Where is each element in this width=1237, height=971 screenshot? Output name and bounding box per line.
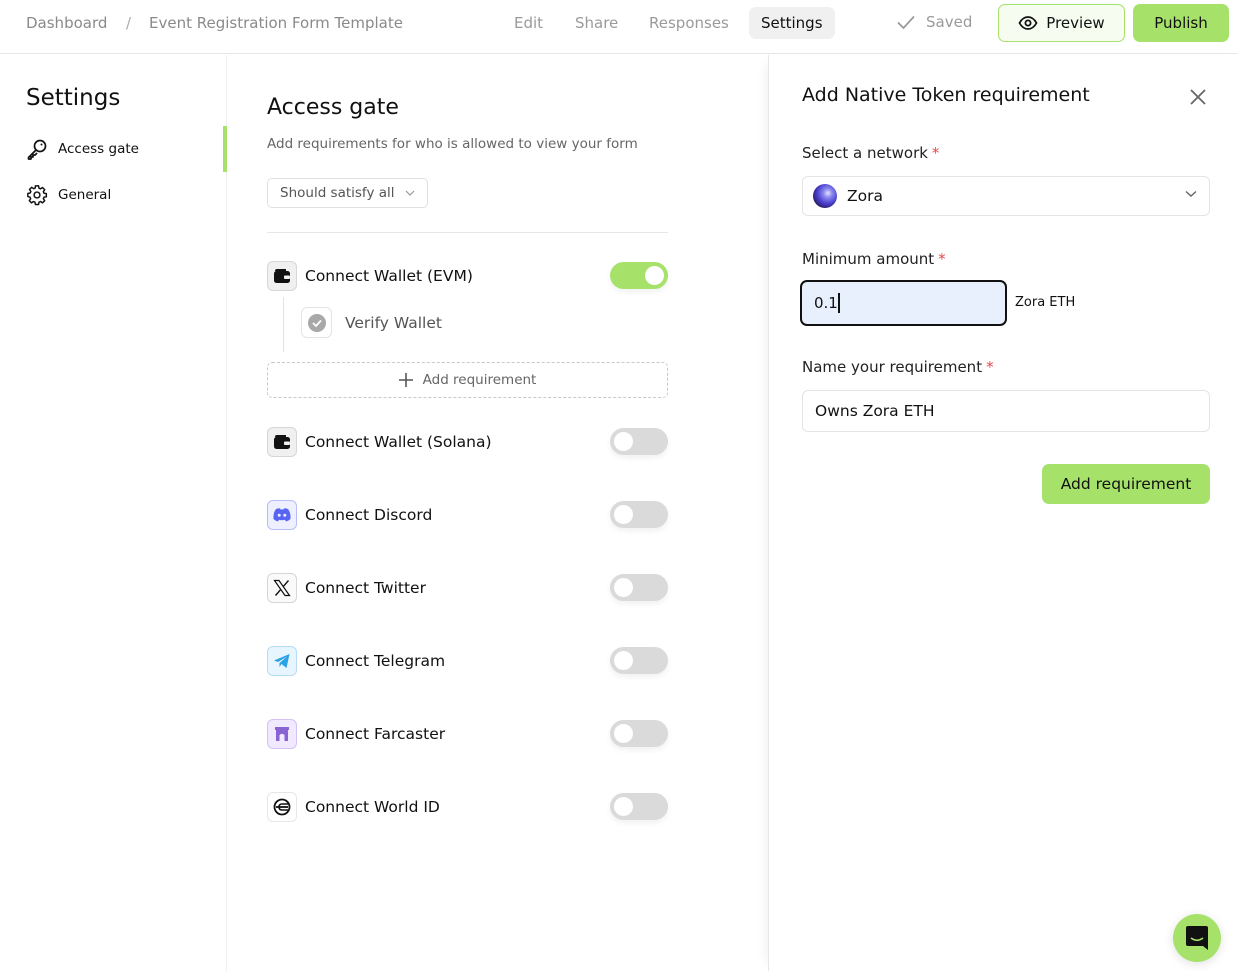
sub-requirement-label: Verify Wallet — [345, 313, 442, 332]
minimum-amount-value: 0.1 — [814, 294, 838, 312]
preview-label: Preview — [1046, 14, 1105, 32]
text-caret — [837, 293, 840, 313]
publish-button[interactable]: Publish — [1133, 4, 1229, 42]
satisfy-select-value: Should satisfy all — [280, 185, 395, 201]
close-icon[interactable] — [1187, 86, 1209, 108]
zora-network-icon — [813, 184, 837, 208]
requirement-name-value: Owns Zora ETH — [815, 402, 935, 420]
sidebar-item-label: Access gate — [58, 141, 139, 157]
required-mark: * — [938, 250, 946, 268]
divider — [267, 232, 668, 233]
x-twitter-icon — [267, 573, 297, 603]
toggle-farcaster[interactable] — [610, 720, 668, 747]
tab-settings[interactable]: Settings — [749, 7, 835, 39]
breadcrumb-dashboard[interactable]: Dashboard — [26, 14, 107, 32]
network-select-value: Zora — [847, 187, 883, 205]
wallet-icon — [267, 261, 297, 291]
requirement-label: Connect World ID — [305, 798, 440, 816]
telegram-icon — [267, 646, 297, 676]
settings-sidebar: Settings Access gate General — [0, 55, 227, 971]
requirement-label: Connect Wallet (Solana) — [305, 433, 492, 451]
breadcrumb-form-name: Event Registration Form Template — [149, 14, 403, 32]
sidebar-item-access-gate[interactable]: Access gate — [26, 138, 139, 160]
page-subtitle: Add requirements for who is allowed to v… — [267, 136, 638, 152]
requirement-row-wallet-evm: Connect Wallet (EVM) — [267, 261, 668, 291]
chat-icon — [1186, 926, 1208, 950]
chevron-down-icon — [1185, 190, 1197, 197]
access-gate-section: Access gate Add requirements for who is … — [227, 55, 768, 971]
requirement-label: Connect Farcaster — [305, 725, 446, 743]
preview-button[interactable]: Preview — [998, 4, 1125, 42]
requirement-label: Connect Discord — [305, 506, 433, 524]
discord-icon — [267, 500, 297, 530]
sidebar-item-general[interactable]: General — [26, 184, 111, 206]
requirement-label: Connect Wallet (EVM) — [305, 267, 473, 285]
network-select[interactable]: Zora — [802, 176, 1210, 216]
requirement-name-label: Name your requirement * — [802, 358, 994, 376]
toggle-twitter[interactable] — [610, 574, 668, 601]
verified-badge-icon — [301, 307, 332, 338]
key-icon — [27, 139, 47, 160]
submit-add-requirement-button[interactable]: Add requirement — [1042, 464, 1210, 504]
tab-responses[interactable]: Responses — [637, 7, 741, 39]
minimum-amount-input[interactable]: 0.1 — [800, 280, 1007, 326]
sub-requirement-verify-wallet[interactable]: Verify Wallet — [301, 307, 442, 338]
sidebar-item-label: General — [58, 187, 112, 203]
required-mark: * — [986, 358, 994, 376]
farcaster-icon — [267, 719, 297, 749]
worldid-icon — [267, 792, 297, 822]
sidebar-title: Settings — [26, 85, 121, 111]
satisfy-select[interactable]: Should satisfy all — [267, 178, 428, 208]
requirement-row-farcaster: Connect Farcaster — [267, 719, 668, 749]
add-native-token-panel: Add Native Token requirement Select a ne… — [768, 55, 1237, 971]
add-requirement-button[interactable]: Add requirement — [267, 362, 668, 398]
requirement-label: Connect Telegram — [305, 652, 446, 670]
plus-icon — [398, 373, 413, 387]
amount-unit: Zora ETH — [1015, 295, 1076, 310]
checkmark-icon — [897, 15, 915, 30]
requirement-row-twitter: Connect Twitter — [267, 573, 668, 603]
tab-share[interactable]: Share — [563, 7, 630, 39]
requirement-row-telegram: Connect Telegram — [267, 646, 668, 676]
toggle-world-id[interactable] — [610, 793, 668, 820]
wallet-icon — [267, 427, 297, 457]
requirement-row-world-id: Connect World ID — [267, 792, 668, 822]
tab-edit[interactable]: Edit — [502, 7, 555, 39]
toggle-wallet-solana[interactable] — [610, 428, 668, 455]
top-bar: Dashboard / Event Registration Form Temp… — [0, 0, 1237, 54]
chevron-down-icon — [405, 190, 414, 196]
save-status: Saved — [896, 13, 972, 31]
eye-icon — [1018, 16, 1038, 30]
breadcrumb-separator: / — [126, 14, 132, 32]
required-mark: * — [931, 144, 940, 162]
requirement-row-discord: Connect Discord — [267, 500, 668, 530]
support-chat-button[interactable] — [1173, 914, 1221, 962]
panel-title: Add Native Token requirement — [802, 84, 1090, 106]
requirement-name-input[interactable]: Owns Zora ETH — [802, 390, 1210, 432]
save-status-label: Saved — [926, 13, 973, 31]
toggle-telegram[interactable] — [610, 647, 668, 674]
requirement-row-wallet-solana: Connect Wallet (Solana) — [267, 427, 668, 457]
amount-label: Minimum amount * — [802, 250, 946, 268]
requirement-label: Connect Twitter — [305, 579, 426, 597]
add-requirement-label: Add requirement — [422, 372, 537, 388]
toggle-wallet-evm[interactable] — [610, 262, 668, 289]
network-label: Select a network * — [802, 144, 940, 162]
page-title: Access gate — [267, 95, 399, 120]
tree-connector — [283, 297, 284, 352]
toggle-discord[interactable] — [610, 501, 668, 528]
gear-icon — [27, 185, 48, 206]
